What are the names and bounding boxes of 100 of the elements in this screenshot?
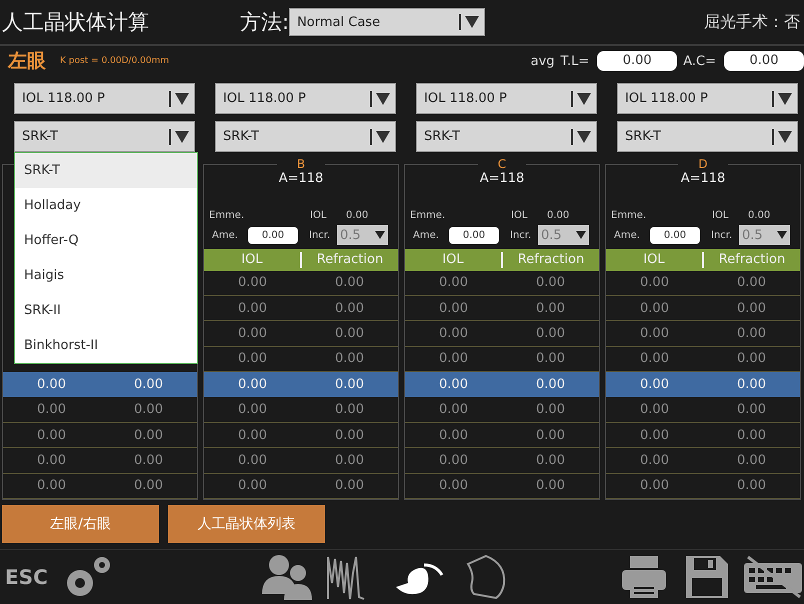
table-row[interactable]: 0.00 0.00 xyxy=(606,270,800,296)
table-cell-text: 0.00 xyxy=(736,376,767,392)
ame-field[interactable]: 0.00 xyxy=(650,226,700,244)
table-row[interactable]: 0.00 0.00 xyxy=(606,448,800,474)
column-letter: D xyxy=(678,158,728,171)
column-heading: Refraction xyxy=(718,252,786,268)
menu-item[interactable]: Binkhorst-II xyxy=(15,328,197,363)
caret-icon xyxy=(458,12,480,32)
printer-icon[interactable] xyxy=(620,554,668,600)
lens-dropdown[interactable]: IOL 118.00 P xyxy=(215,83,396,114)
table-cell-text: 0.00 xyxy=(736,326,767,341)
table-cell-text: 0.00 xyxy=(334,351,365,366)
table-row[interactable]: 0.00 0.00 xyxy=(3,448,197,474)
table-cell-text: 0.00 xyxy=(535,300,566,316)
table-cell-text: 0.00 xyxy=(438,428,469,443)
a-constant: A=118 xyxy=(480,171,524,186)
table-cell-text: 0.00 xyxy=(334,402,365,418)
esc-button[interactable]: ESC xyxy=(5,564,48,588)
table-row[interactable]: 0.00 0.00 xyxy=(204,321,398,347)
increment-dropdown[interactable]: 0.5 xyxy=(538,225,589,246)
iol-value: 0.00 xyxy=(547,210,570,222)
table-cell-text: 0.00 xyxy=(334,326,365,341)
table-row[interactable]: 0.00 0.00 xyxy=(204,474,398,500)
column-letter: B xyxy=(276,158,326,171)
table-row[interactable]: 0.00 0.00 xyxy=(405,422,599,448)
menu-item[interactable]: Holladay xyxy=(15,188,197,223)
table-row[interactable]: 0.00 0.00 xyxy=(3,474,197,499)
table-row[interactable]: 0.00 0.00 xyxy=(606,296,800,322)
increment-dropdown[interactable]: 0.5 xyxy=(739,225,790,246)
keyboard-off-icon[interactable] xyxy=(742,554,804,598)
table-cell-text: 0.00 xyxy=(438,351,469,366)
table-row[interactable]: 0.00 0.00 xyxy=(204,296,398,322)
lens-dropdown[interactable]: IOL 118.00 P xyxy=(14,83,195,114)
emme-label: Emme. xyxy=(209,210,246,222)
increment-dropdown[interactable]: 0.5 xyxy=(337,225,388,246)
table-cell-text: 0.00 xyxy=(535,478,566,494)
action-button[interactable]: 人工晶状体列表 xyxy=(168,505,325,543)
table-row[interactable]: 0.00 0.00 xyxy=(3,372,197,398)
table-row[interactable]: 0.00 0.00 xyxy=(204,270,398,296)
emme-label: Emme. xyxy=(410,210,446,222)
table-row[interactable]: 0.00 0.00 xyxy=(204,397,398,423)
caret-icon xyxy=(570,126,592,146)
method-dropdown[interactable]: Normal Case xyxy=(289,8,486,36)
table-cell-text: 0.00 xyxy=(639,351,670,366)
table-row[interactable]: 0.00 0.00 xyxy=(204,448,398,474)
users-icon[interactable] xyxy=(262,554,314,600)
table-row[interactable]: 0.00 0.00 xyxy=(606,321,800,347)
table-row[interactable]: 0.00 0.00 xyxy=(405,296,599,322)
table-row[interactable]: 0.00 0.00 xyxy=(405,448,599,474)
table-row[interactable]: 0.00 0.00 xyxy=(405,321,599,347)
table-cell-text: 0.00 xyxy=(639,275,670,290)
column-letter: C xyxy=(478,158,526,171)
menu-item[interactable]: Haigis xyxy=(15,258,197,293)
table-cell-text: 0.00 xyxy=(237,351,268,366)
menu-item[interactable]: SRK-II xyxy=(15,293,197,328)
table-row[interactable]: 0.00 0.00 xyxy=(405,474,599,500)
table-row[interactable]: 0.00 0.00 xyxy=(3,422,197,448)
formula-dropdown[interactable]: SRK-T xyxy=(215,121,396,152)
iol-value: 0.00 xyxy=(748,210,770,222)
table-row[interactable]: 0.00 0.00 xyxy=(405,270,599,296)
ac-label: A.C= xyxy=(683,54,716,68)
menu-item[interactable]: Hoffer-Q xyxy=(15,223,197,258)
caret-icon xyxy=(771,88,793,108)
table-row[interactable]: 0.00 0.00 xyxy=(204,372,398,398)
table-row[interactable]: 0.00 0.00 xyxy=(606,397,800,423)
table-cell-text: 0.00 xyxy=(438,478,469,494)
table-cell-text: 0.00 xyxy=(36,376,67,392)
table-cell-text: 0.00 xyxy=(736,452,767,468)
action-button[interactable]: 左眼/右眼 xyxy=(2,505,159,543)
ame-field[interactable]: 0.00 xyxy=(248,226,298,244)
ame-field[interactable]: 0.00 xyxy=(449,226,499,244)
table-cell-text: 0.00 xyxy=(639,300,670,316)
a-constant: A=118 xyxy=(278,171,324,186)
table-cell-text: 0.00 xyxy=(535,351,566,366)
table-cell-text: 0.00 xyxy=(133,402,164,418)
table-cell-text: 0.00 xyxy=(237,275,268,290)
table-row[interactable]: 0.00 0.00 xyxy=(405,397,599,423)
tl-field[interactable]: 0.00 xyxy=(597,51,678,71)
table-row[interactable]: 0.00 0.00 xyxy=(3,397,197,423)
table-row[interactable]: 0.00 0.00 xyxy=(606,422,800,448)
caret-icon xyxy=(168,126,190,146)
table-row[interactable]: 0.00 0.00 xyxy=(405,372,599,398)
ac-field[interactable]: 0.00 xyxy=(724,51,804,71)
table-row[interactable]: 0.00 0.00 xyxy=(606,372,800,398)
lens-dropdown[interactable]: IOL 118.00 P xyxy=(617,83,798,114)
formula-dropdown[interactable]: SRK-T xyxy=(14,121,195,152)
formula-dropdown[interactable]: SRK-T xyxy=(416,121,597,152)
lens-dropdown[interactable]: IOL 118.00 P xyxy=(416,83,597,114)
caret-icon xyxy=(369,88,391,108)
refractive-surgery-status: 屈光手术：否 xyxy=(704,12,800,32)
table-cell-text: 0.00 xyxy=(535,376,566,392)
eye-label: 左眼 xyxy=(8,49,46,74)
table-cell-text: 0.00 xyxy=(639,402,670,418)
cornea-outline-icon[interactable] xyxy=(464,554,508,600)
table-cell-text: 0.00 xyxy=(36,452,67,468)
table-row[interactable]: 0.00 0.00 xyxy=(204,422,398,448)
menu-item[interactable]: SRK-T xyxy=(15,153,197,188)
table-row[interactable]: 0.00 0.00 xyxy=(606,474,800,500)
save-icon[interactable] xyxy=(684,554,730,600)
formula-dropdown[interactable]: SRK-T xyxy=(617,121,798,152)
